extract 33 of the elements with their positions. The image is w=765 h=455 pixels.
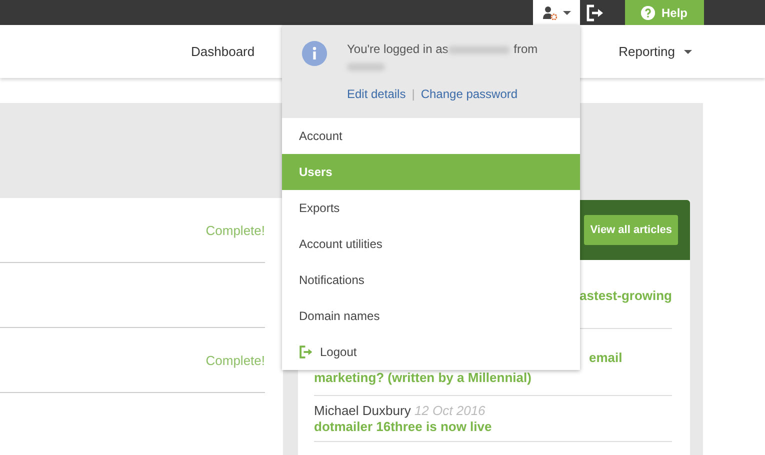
article-link[interactable]: marketing? (written by a Millennial) <box>314 370 532 385</box>
nav-link[interactable]: Dashboard <box>191 44 255 59</box>
author-name: Michael Duxbury <box>314 403 411 418</box>
menu-item[interactable]: Account <box>282 118 580 154</box>
article-link[interactable]: email <box>589 350 622 365</box>
article-link[interactable]: astest-growing <box>580 288 672 302</box>
question-icon <box>641 6 656 20</box>
user-settings-button[interactable] <box>533 0 580 25</box>
article-link[interactable]: dotmailer 16three is now live <box>314 419 492 434</box>
nav-link[interactable]: Reporting <box>618 44 692 59</box>
help-button[interactable]: Help <box>625 0 704 25</box>
redacted-text <box>347 62 385 71</box>
logout-icon <box>586 4 604 22</box>
info-icon <box>302 41 327 66</box>
status-text: Complete! <box>206 352 265 368</box>
menu-item[interactable]: Logout <box>282 334 580 370</box>
status-text: Complete! <box>206 222 265 238</box>
user-gear-icon <box>542 6 556 20</box>
edit-details-link[interactable]: Edit details <box>347 87 406 101</box>
logout-icon <box>299 345 313 359</box>
menu-item[interactable]: Account utilities <box>282 226 580 262</box>
menu-item[interactable]: Users <box>282 154 580 190</box>
article-date: 12 Oct 2016 <box>414 403 486 418</box>
caret-icon <box>562 10 570 14</box>
login-text: from <box>514 42 538 56</box>
redacted-text <box>448 46 510 54</box>
menu-item[interactable]: Exports <box>282 190 580 226</box>
link-separator: | <box>412 87 415 101</box>
login-text: You're logged in as <box>347 42 448 56</box>
view-all-button[interactable]: View all articles <box>584 215 678 245</box>
menu-item[interactable]: Domain names <box>282 298 580 334</box>
change-password-link[interactable]: Change password <box>420 87 518 101</box>
menu-item[interactable]: Notifications <box>282 262 580 298</box>
